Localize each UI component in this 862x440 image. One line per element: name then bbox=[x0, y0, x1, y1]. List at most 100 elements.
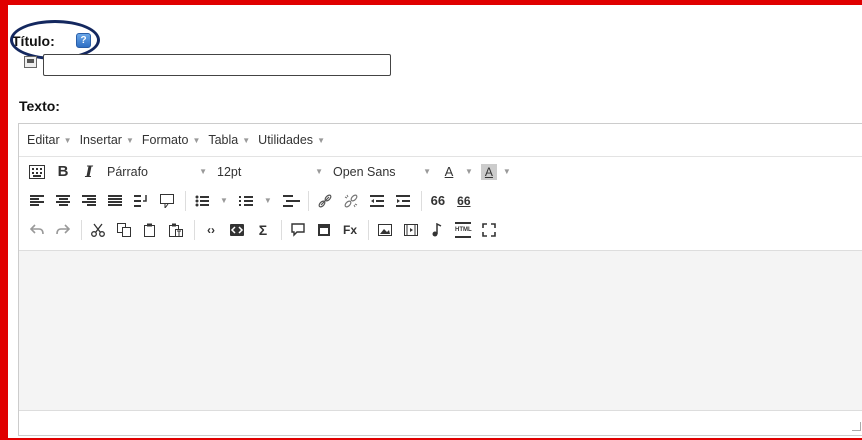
chevron-down-icon: ▼ bbox=[199, 167, 207, 176]
fullscreen-button[interactable] bbox=[477, 218, 501, 242]
paragraph-select-value: Párrafo bbox=[107, 164, 148, 179]
scissors-icon bbox=[91, 223, 105, 237]
keyboard-icon bbox=[29, 164, 45, 179]
paste-button[interactable] bbox=[138, 218, 162, 242]
fullscreen-icon bbox=[482, 222, 496, 237]
resize-handle-icon[interactable] bbox=[852, 422, 861, 431]
chevron-down-icon[interactable]: ▼ bbox=[503, 167, 511, 176]
undo-icon bbox=[30, 223, 44, 234]
editor-content-area[interactable] bbox=[19, 250, 862, 412]
toolbar-row-3: ‹› Σ Fx HTML bbox=[19, 215, 862, 244]
menu-utilidades[interactable]: Utilidades ▼ bbox=[258, 133, 325, 147]
align-center-icon bbox=[56, 194, 70, 207]
separator bbox=[281, 219, 282, 240]
menu-label: Formato bbox=[141, 133, 189, 147]
copy-icon bbox=[117, 222, 131, 237]
separator bbox=[185, 190, 186, 211]
bg-color-button[interactable]: A bbox=[480, 163, 497, 180]
undo-button[interactable] bbox=[25, 218, 49, 242]
html-icon: HTML bbox=[455, 221, 472, 238]
speech-bubble-button[interactable] bbox=[286, 218, 310, 242]
outdent-list-button[interactable] bbox=[278, 189, 302, 213]
html-button[interactable]: HTML bbox=[451, 218, 475, 242]
separator bbox=[81, 219, 82, 240]
title-input[interactable] bbox=[43, 54, 391, 76]
bold-button[interactable]: B bbox=[51, 160, 75, 184]
separator bbox=[307, 190, 309, 211]
code-icon: ‹› bbox=[207, 222, 215, 237]
link-icon bbox=[318, 194, 332, 207]
line-break-icon bbox=[134, 194, 147, 207]
code-button[interactable]: ‹› bbox=[199, 218, 223, 242]
italic-button[interactable]: I bbox=[77, 160, 101, 184]
paste-text-button[interactable] bbox=[164, 218, 188, 242]
music-note-icon bbox=[432, 222, 442, 236]
unlink-button[interactable] bbox=[339, 189, 363, 213]
font-size-select-value: 12pt bbox=[217, 164, 242, 179]
align-left-button[interactable] bbox=[25, 189, 49, 213]
rich-text-editor: Editar ▼ Insertar ▼ Formato ▼ Tabla ▼ Utilid… bbox=[18, 123, 862, 436]
bullet-list-icon bbox=[195, 195, 209, 206]
font-family-select[interactable]: Open Sans ▼ bbox=[323, 160, 431, 184]
font-size-select[interactable]: 12pt ▼ bbox=[207, 160, 323, 184]
clear-format-button[interactable]: Fx bbox=[338, 218, 362, 242]
separator bbox=[420, 190, 422, 211]
image-button[interactable] bbox=[373, 218, 397, 242]
menu-label: Editar bbox=[27, 133, 60, 147]
font-family-select-value: Open Sans bbox=[333, 164, 396, 179]
text-input-icon bbox=[24, 56, 37, 68]
bullet-list-button[interactable] bbox=[190, 189, 214, 213]
menu-label: Tabla bbox=[208, 133, 239, 147]
chevron-down-icon[interactable]: ▼ bbox=[264, 196, 272, 205]
paste-icon bbox=[144, 223, 155, 237]
source-code-button[interactable] bbox=[225, 218, 249, 242]
paragraph-select[interactable]: Párrafo ▼ bbox=[103, 160, 207, 184]
align-justify-button[interactable] bbox=[103, 189, 127, 213]
text-color-button[interactable]: A bbox=[439, 160, 459, 184]
chevron-down-icon: ▼ bbox=[315, 167, 323, 176]
menu-formato[interactable]: Formato ▼ bbox=[142, 133, 200, 147]
redo-icon bbox=[56, 223, 70, 234]
image-icon bbox=[378, 223, 392, 236]
chevron-down-icon: ▼ bbox=[242, 135, 251, 145]
comment-icon bbox=[160, 193, 174, 208]
menu-insertar[interactable]: Insertar ▼ bbox=[80, 133, 134, 147]
numbered-list-button[interactable] bbox=[234, 189, 258, 213]
source-code-icon bbox=[230, 223, 244, 236]
film-icon bbox=[404, 223, 418, 236]
copy-button[interactable] bbox=[112, 218, 136, 242]
toolbar-row-1: B I Párrafo ▼ 12pt ▼ Open Sans ▼ A ▼ A ▼ bbox=[19, 157, 862, 186]
align-center-button[interactable] bbox=[51, 189, 75, 213]
chevron-down-icon: ▼ bbox=[125, 135, 134, 145]
chevron-down-icon[interactable]: ▼ bbox=[220, 196, 228, 205]
hierarchy-list-icon bbox=[282, 194, 300, 207]
editor-menubar: Editar ▼ Insertar ▼ Formato ▼ Tabla ▼ Utilid… bbox=[19, 124, 862, 157]
align-right-icon bbox=[82, 194, 96, 207]
menu-tabla[interactable]: Tabla ▼ bbox=[208, 133, 250, 147]
menu-editar[interactable]: Editar ▼ bbox=[27, 133, 72, 147]
quote-inline-button[interactable]: 66 bbox=[452, 189, 476, 213]
align-right-button[interactable] bbox=[77, 189, 101, 213]
indent-increase-button[interactable] bbox=[391, 189, 415, 213]
box-icon bbox=[318, 223, 330, 236]
chevron-down-icon[interactable]: ▼ bbox=[465, 167, 473, 176]
link-button[interactable] bbox=[313, 189, 337, 213]
sigma-button[interactable]: Σ bbox=[251, 218, 275, 242]
indent-decrease-button[interactable] bbox=[365, 189, 389, 213]
separator bbox=[194, 219, 195, 240]
blockquote-button[interactable]: 66 bbox=[426, 189, 450, 213]
music-button[interactable] bbox=[425, 218, 449, 242]
numbered-list-icon bbox=[238, 195, 253, 206]
box-button[interactable] bbox=[312, 218, 336, 242]
align-left-icon bbox=[30, 194, 44, 207]
cut-button[interactable] bbox=[86, 218, 110, 242]
toolbar-row-2: ▼ ▼ 66 66 bbox=[19, 186, 862, 215]
keyboard-button[interactable] bbox=[25, 160, 49, 184]
menu-label: Insertar bbox=[79, 133, 122, 147]
redo-button[interactable] bbox=[51, 218, 75, 242]
align-justify-icon bbox=[108, 194, 122, 207]
media-button[interactable] bbox=[399, 218, 423, 242]
texto-label: Texto: bbox=[19, 98, 60, 114]
line-break-button[interactable] bbox=[129, 189, 153, 213]
comment-button[interactable] bbox=[155, 189, 179, 213]
